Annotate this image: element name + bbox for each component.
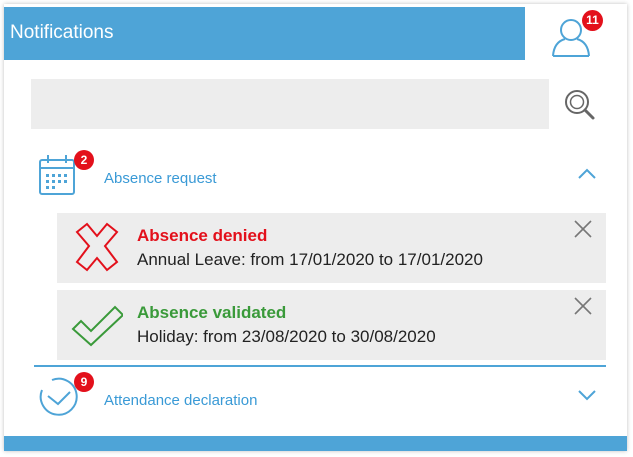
header-bar: Notifications [4, 7, 525, 60]
section-badge: 9 [74, 372, 94, 392]
denied-cross-icon [75, 222, 119, 272]
section-divider [34, 365, 606, 367]
notification-body: Annual Leave: from 17/01/2020 to 17/01/2… [137, 250, 483, 269]
notification-title: Absence denied [137, 226, 268, 245]
chevron-down-icon [578, 390, 596, 401]
close-icon[interactable] [572, 218, 594, 240]
section-label: Absence request [104, 170, 217, 187]
notification-item: Absence denied Annual Leave: from 17/01/… [57, 213, 606, 283]
user-button[interactable]: 11 [544, 10, 603, 60]
section-absence-request[interactable]: 2 Absence request [4, 150, 627, 200]
notification-item: Absence validated Holiday: from 23/08/20… [57, 290, 606, 360]
notification-body: Holiday: from 23/08/2020 to 30/08/2020 [137, 327, 436, 346]
section-badge: 2 [74, 150, 94, 170]
page-title: Notifications [10, 22, 114, 43]
section-attendance-declaration[interactable]: 9 Attendance declaration [4, 372, 627, 422]
notification-title: Absence validated [137, 303, 287, 322]
notifications-panel: Notifications 11 2 Absence request Absen… [4, 4, 627, 451]
section-label: Attendance declaration [104, 392, 258, 409]
footer-bar [4, 436, 627, 451]
search-icon[interactable] [562, 87, 596, 121]
user-badge: 11 [582, 10, 603, 31]
search-input[interactable] [31, 79, 549, 129]
chevron-up-icon [578, 168, 596, 179]
validated-check-icon [71, 305, 123, 347]
close-icon[interactable] [572, 295, 594, 317]
